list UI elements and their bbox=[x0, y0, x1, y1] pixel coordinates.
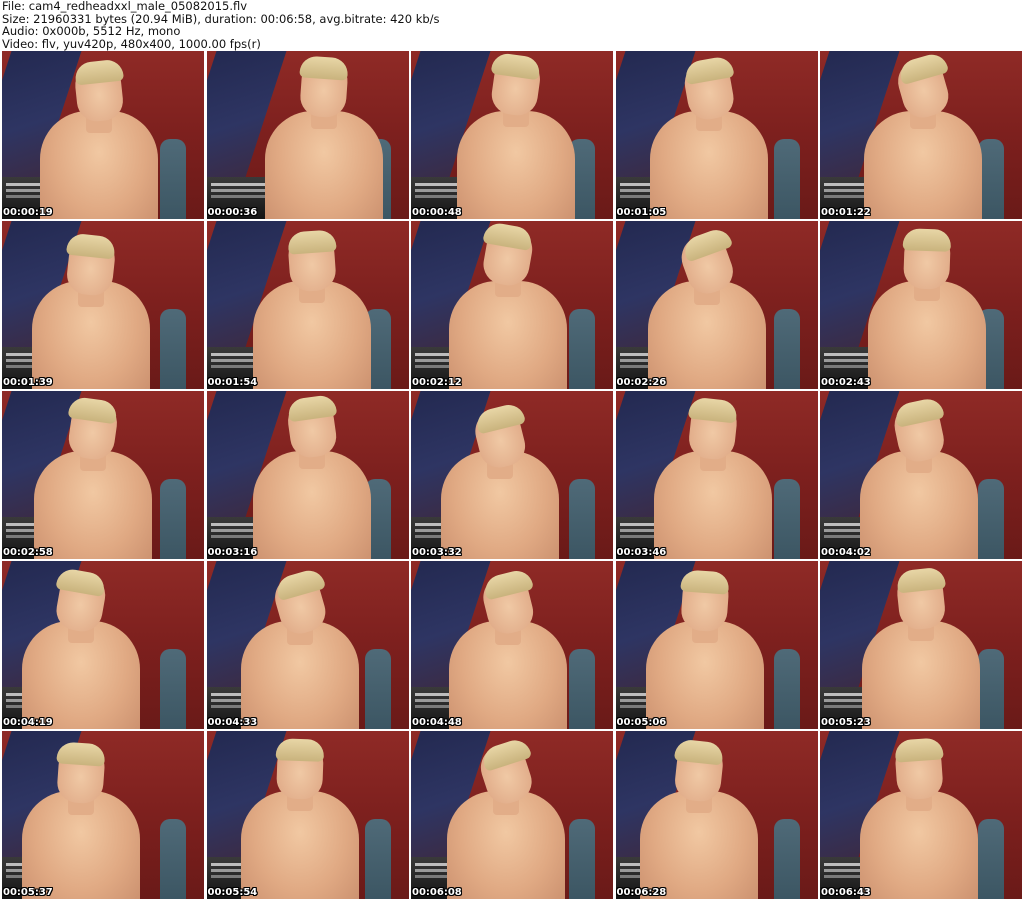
thumbnail-timestamp: 00:03:46 bbox=[616, 547, 667, 558]
thumbnail-frame: 00:00:48 bbox=[411, 51, 613, 219]
thumbnail-timestamp: 00:04:33 bbox=[207, 717, 258, 728]
frame-chair bbox=[773, 139, 800, 219]
frame-chair bbox=[773, 819, 800, 899]
thumbnail-frame: 00:00:19 bbox=[2, 51, 204, 219]
thumbnail-grid: 00:00:19 00:00:36 00:00:48 00:01:05 00:01:22… bbox=[2, 51, 1022, 899]
frame-chair bbox=[978, 649, 1004, 729]
video-info-line: Video: flv, yuv420p, 480x400, 1000.00 fp… bbox=[2, 36, 261, 51]
thumbnail-frame: 00:01:39 bbox=[2, 221, 204, 389]
thumbnail-frame: 00:04:19 bbox=[2, 561, 204, 729]
audio-info-line: Audio: 0x000b, 5512 Hz, mono bbox=[2, 24, 181, 38]
thumbnail-frame: 00:01:05 bbox=[615, 51, 818, 219]
thumbnail-timestamp: 00:03:32 bbox=[412, 547, 462, 558]
frame-person-hair bbox=[902, 228, 952, 252]
thumbnail-frame: 00:05:23 bbox=[820, 561, 1022, 729]
thumbnail-frame: 00:02:12 bbox=[411, 221, 613, 389]
file-name-line: File: cam4_redheadxxl_male_05082015.flv bbox=[2, 0, 248, 13]
frame-chair bbox=[978, 819, 1004, 899]
thumbnail-timestamp: 00:02:58 bbox=[3, 547, 53, 558]
thumbnail-timestamp: 00:02:43 bbox=[821, 377, 871, 388]
frame-chair bbox=[364, 819, 391, 899]
thumbnail-frame: 00:01:54 bbox=[206, 221, 409, 389]
thumbnail-frame: 00:06:43 bbox=[820, 731, 1022, 899]
frame-person-torso bbox=[449, 281, 567, 389]
frame-chair bbox=[569, 479, 595, 559]
thumbnail-frame: 00:02:58 bbox=[2, 391, 204, 559]
frame-chair bbox=[160, 819, 186, 899]
thumbnail-frame: 00:04:33 bbox=[206, 561, 409, 729]
frame-chair bbox=[773, 309, 800, 389]
thumbnail-timestamp: 00:05:54 bbox=[207, 887, 258, 898]
frame-chair bbox=[160, 139, 186, 219]
thumbnail-timestamp: 00:00:19 bbox=[3, 207, 53, 218]
thumbnail-timestamp: 00:04:02 bbox=[821, 547, 871, 558]
frame-person-hair bbox=[275, 738, 324, 762]
frame-person-torso bbox=[457, 111, 575, 219]
thumbnail-frame: 00:02:26 bbox=[615, 221, 818, 389]
thumbnail-timestamp: 00:06:28 bbox=[616, 887, 667, 898]
thumbnail-timestamp: 00:03:16 bbox=[207, 547, 258, 558]
thumbnail-frame: 00:03:32 bbox=[411, 391, 613, 559]
thumbnail-frame: 00:03:46 bbox=[615, 391, 818, 559]
file-info-header: File: cam4_redheadxxl_male_05082015.flv … bbox=[2, 0, 1022, 50]
thumbnail-timestamp: 00:00:48 bbox=[412, 207, 462, 218]
thumbnail-timestamp: 00:05:06 bbox=[616, 717, 667, 728]
thumbnail-timestamp: 00:00:36 bbox=[207, 207, 258, 218]
thumbnail-frame: 00:03:16 bbox=[206, 391, 409, 559]
thumbnail-timestamp: 00:06:08 bbox=[412, 887, 462, 898]
frame-chair bbox=[160, 309, 186, 389]
frame-chair bbox=[364, 649, 391, 729]
thumbnail-timestamp: 00:04:48 bbox=[412, 717, 462, 728]
thumbnail-frame: 00:05:06 bbox=[615, 561, 818, 729]
thumbnail-timestamp: 00:01:39 bbox=[3, 377, 53, 388]
thumbnail-timestamp: 00:06:43 bbox=[821, 887, 871, 898]
thumbnail-timestamp: 00:01:05 bbox=[616, 207, 667, 218]
thumbnail-timestamp: 00:01:54 bbox=[207, 377, 258, 388]
frame-chair bbox=[773, 649, 800, 729]
thumbnail-frame: 00:00:36 bbox=[206, 51, 409, 219]
thumbnail-frame: 00:06:08 bbox=[411, 731, 613, 899]
thumbnail-timestamp: 00:04:19 bbox=[3, 717, 53, 728]
frame-chair bbox=[978, 479, 1004, 559]
thumbnail-timestamp: 00:05:23 bbox=[821, 717, 871, 728]
thumbnail-frame: 00:02:43 bbox=[820, 221, 1022, 389]
frame-chair bbox=[569, 309, 595, 389]
thumbnail-frame: 00:04:48 bbox=[411, 561, 613, 729]
frame-chair bbox=[569, 649, 595, 729]
thumbnail-timestamp: 00:02:12 bbox=[412, 377, 462, 388]
thumbnail-timestamp: 00:01:22 bbox=[821, 207, 871, 218]
thumbnail-frame: 00:05:37 bbox=[2, 731, 204, 899]
contact-sheet: File: cam4_redheadxxl_male_05082015.flv … bbox=[0, 0, 1024, 901]
frame-chair bbox=[773, 479, 800, 559]
thumbnail-timestamp: 00:02:26 bbox=[616, 377, 667, 388]
thumbnail-frame: 00:04:02 bbox=[820, 391, 1022, 559]
frame-chair bbox=[160, 649, 186, 729]
frame-chair bbox=[569, 819, 595, 899]
thumbnail-frame: 00:01:22 bbox=[820, 51, 1022, 219]
thumbnail-frame: 00:05:54 bbox=[206, 731, 409, 899]
frame-chair bbox=[160, 479, 186, 559]
thumbnail-timestamp: 00:05:37 bbox=[3, 887, 53, 898]
thumbnail-frame: 00:06:28 bbox=[615, 731, 818, 899]
